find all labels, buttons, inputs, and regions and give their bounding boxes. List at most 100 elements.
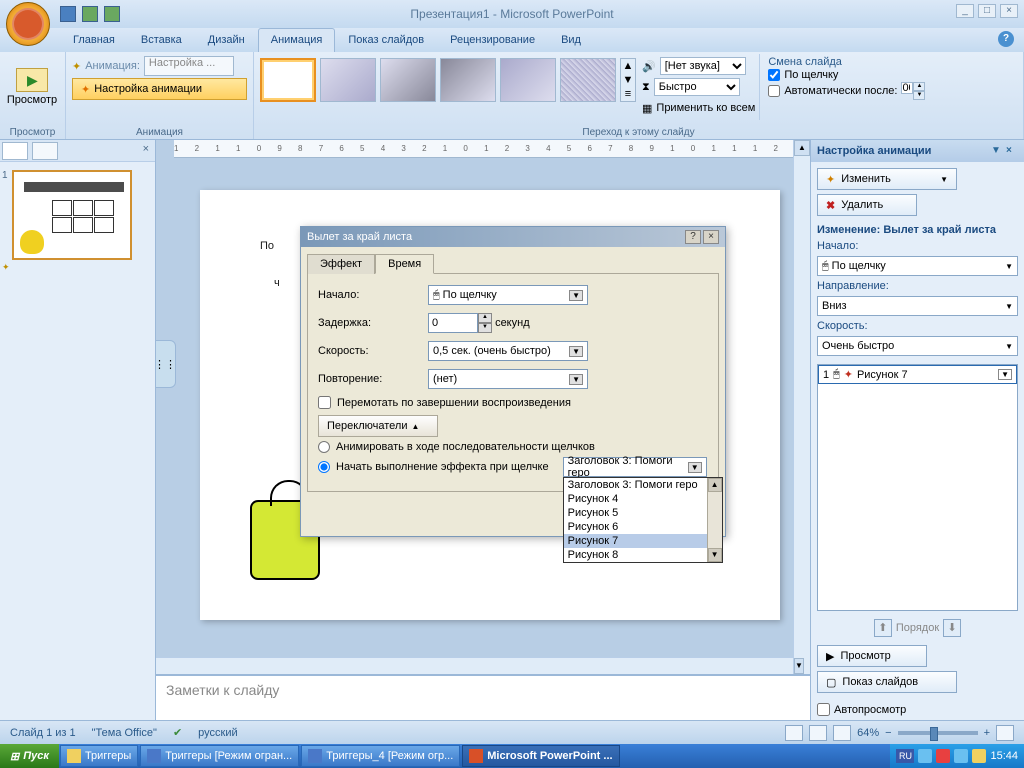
taskbar-task[interactable]: Триггеры	[60, 745, 138, 767]
sound-select[interactable]: [Нет звука]	[660, 57, 746, 75]
on-click-checkbox[interactable]: По щелчку	[768, 69, 925, 81]
pane-menu-icon[interactable]: ▼	[991, 145, 1003, 157]
outline-tab[interactable]	[32, 142, 58, 160]
lang-indicator[interactable]: RU	[896, 749, 914, 763]
custom-animation-button[interactable]: ✦ Настройка анимации	[72, 78, 247, 100]
radio-trigger[interactable]: Начать выполнение эффекта при щелчке Заг…	[318, 457, 708, 477]
transition-item[interactable]	[560, 58, 616, 102]
tray-icon[interactable]	[936, 749, 950, 763]
window-controls: _ □ ×	[956, 4, 1018, 18]
tab-timing[interactable]: Время	[375, 254, 434, 274]
autopreview-checkbox[interactable]: Автопросмотр	[811, 699, 1024, 720]
preview-button[interactable]: ▶Просмотр	[817, 645, 927, 667]
change-effect-button[interactable]: ✦Изменить▼	[817, 168, 957, 190]
panel-close-icon[interactable]: ×	[137, 140, 155, 161]
item-menu-icon[interactable]: ▼	[998, 369, 1012, 380]
zoom-out[interactable]: −	[885, 727, 891, 739]
group-label-animation: Анимация	[66, 127, 253, 138]
transition-item[interactable]	[380, 58, 436, 102]
tray-icon[interactable]	[954, 749, 968, 763]
dialog-close-icon[interactable]: ×	[703, 230, 719, 244]
tab-review[interactable]: Рецензирование	[437, 28, 548, 52]
maximize-button[interactable]: □	[978, 4, 996, 18]
transition-more[interactable]: ▲▼≡	[620, 58, 636, 102]
dropdown-option[interactable]: Заголовок 3: Помоги геро	[564, 478, 722, 492]
scrollbar-horizontal[interactable]	[156, 657, 793, 674]
anim-select[interactable]: Настройка ...	[144, 56, 234, 76]
clock[interactable]: 15:44	[990, 750, 1018, 762]
tab-design[interactable]: Дизайн	[195, 28, 258, 52]
dropdown-option[interactable]: Рисунок 5	[564, 506, 722, 520]
collapse-handle[interactable]: ⋮⋮	[156, 340, 176, 388]
direction-select[interactable]: Вниз▼	[817, 296, 1018, 316]
transition-item[interactable]	[320, 58, 376, 102]
slideshow-view-button[interactable]	[833, 725, 851, 741]
auto-time-input[interactable]	[901, 82, 913, 94]
ruler-horizontal: 1 2 1 1 0 9 8 7 6 5 4 3 2 1 0 1 2 3 4 5 …	[174, 140, 810, 158]
dropdown-option[interactable]: Рисунок 4	[564, 492, 722, 506]
tab-view[interactable]: Вид	[548, 28, 594, 52]
tab-home[interactable]: Главная	[60, 28, 128, 52]
tab-slideshow[interactable]: Показ слайдов	[335, 28, 437, 52]
auto-after-checkbox[interactable]: Автоматически после: ▲▼	[768, 82, 925, 100]
tab-effect[interactable]: Эффект	[307, 254, 375, 274]
speed-select[interactable]: Быстро	[654, 78, 740, 96]
slide-thumbnail[interactable]: 1 ✦	[12, 170, 143, 273]
zoom-slider[interactable]	[898, 731, 978, 735]
dlg-speed-select[interactable]: 0,5 сек. (очень быстро)▼	[428, 341, 588, 361]
start-select[interactable]: 🖱 По щелчку▼	[817, 256, 1018, 276]
sorter-view-button[interactable]	[809, 725, 827, 741]
dlg-start-select[interactable]: 🖱 По щелчку▼	[428, 285, 588, 305]
preview-button[interactable]: Просмотр	[4, 54, 60, 120]
close-button[interactable]: ×	[1000, 4, 1018, 18]
trigger-select[interactable]: Заголовок 3: Помоги геро▼	[563, 457, 707, 477]
taskbar-task[interactable]: Триггеры_4 [Режим огр...	[301, 745, 460, 767]
rewind-checkbox[interactable]: Перемотать по завершении воспроизведения	[318, 396, 708, 409]
dlg-repeat-select[interactable]: (нет)▼	[428, 369, 588, 389]
dropdown-option[interactable]: Рисунок 8	[564, 548, 722, 562]
notes-area[interactable]: Заметки к слайду	[156, 674, 810, 720]
spell-icon[interactable]: ✔	[173, 726, 182, 739]
tray-icon[interactable]	[972, 749, 986, 763]
fit-button[interactable]	[996, 725, 1014, 741]
remove-effect-button[interactable]: ✖Удалить	[817, 194, 917, 216]
zoom-in[interactable]: +	[984, 727, 990, 739]
help-icon[interactable]: ?	[998, 31, 1014, 47]
apply-all-button[interactable]: ▦Применить ко всем	[642, 98, 755, 118]
dropdown-option[interactable]: Рисунок 7	[564, 534, 722, 548]
transition-item[interactable]	[500, 58, 556, 102]
advance-title: Смена слайда	[768, 56, 925, 68]
dialog-help-icon[interactable]: ?	[685, 230, 701, 244]
taskbar-task[interactable]: Триггеры [Режим огран...	[140, 745, 299, 767]
language[interactable]: русский	[198, 727, 237, 739]
radio-sequence[interactable]: Анимировать в ходе последовательности ще…	[318, 441, 708, 453]
normal-view-button[interactable]	[785, 725, 803, 741]
speed-label: Скорость:	[817, 320, 1018, 332]
dropdown-scrollbar[interactable]: ▲▼	[707, 478, 722, 562]
tray-icon[interactable]	[918, 749, 932, 763]
transition-none[interactable]	[260, 58, 316, 102]
pane-close-icon[interactable]: ×	[1006, 145, 1018, 157]
triggers-button[interactable]: Переключатели▲	[318, 415, 438, 437]
dlg-delay-spinner[interactable]: ▲▼	[428, 313, 492, 333]
dropdown-option[interactable]: Рисунок 6	[564, 520, 722, 534]
minimize-button[interactable]: _	[956, 4, 974, 18]
taskbar-task[interactable]: Microsoft PowerPoint ...	[462, 745, 619, 767]
tab-animation[interactable]: Анимация	[258, 28, 336, 52]
tab-insert[interactable]: Вставка	[128, 28, 195, 52]
undo-icon[interactable]	[82, 6, 98, 22]
move-down-button[interactable]: ⬇	[943, 619, 961, 637]
office-button[interactable]	[6, 2, 50, 46]
speed-select[interactable]: Очень быстро▼	[817, 336, 1018, 356]
dialog-titlebar[interactable]: Вылет за край листа ?×	[301, 227, 725, 247]
save-icon[interactable]	[60, 6, 76, 22]
scrollbar-vertical[interactable]: ▲▼	[793, 140, 810, 674]
move-up-button[interactable]: ⬆	[874, 619, 892, 637]
zoom-value[interactable]: 64%	[857, 727, 879, 739]
slides-tab[interactable]	[2, 142, 28, 160]
start-button[interactable]: ⊞Пуск	[0, 744, 59, 768]
effect-item[interactable]: 1 🖱 ✦ Рисунок 7 ▼	[818, 365, 1017, 384]
redo-icon[interactable]	[104, 6, 120, 22]
transition-item[interactable]	[440, 58, 496, 102]
slideshow-button[interactable]: ▢Показ слайдов	[817, 671, 957, 693]
